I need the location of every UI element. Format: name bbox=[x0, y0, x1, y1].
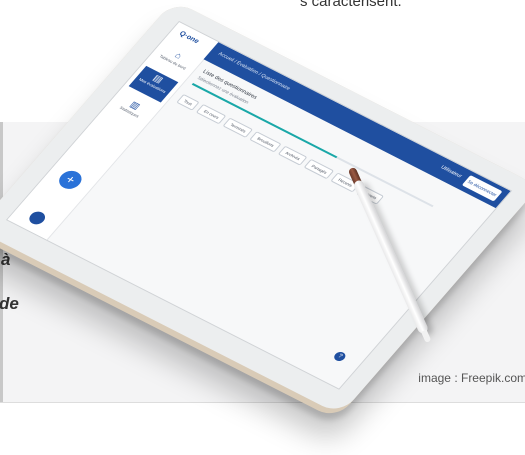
quote-line-2: de bbox=[0, 294, 19, 313]
filter-chip[interactable]: Terminés bbox=[222, 117, 254, 139]
nav-item-statistics[interactable]: ▥ Statistiques bbox=[106, 92, 156, 129]
plus-icon: + bbox=[62, 171, 80, 188]
avatar[interactable] bbox=[26, 209, 49, 227]
image-credit: image : Freepik.com bbox=[418, 371, 525, 385]
body-text-line: s caractérisent. bbox=[300, 0, 402, 10]
stylus-tip bbox=[421, 329, 432, 344]
filter-chip[interactable]: Tous bbox=[176, 93, 201, 111]
help-icon[interactable]: ? bbox=[331, 350, 348, 363]
filter-chip[interactable]: Brouillons bbox=[249, 131, 282, 153]
filter-chip[interactable]: Archivés bbox=[277, 145, 308, 166]
filter-chip[interactable]: Partagés bbox=[303, 159, 335, 180]
band-divider bbox=[0, 402, 525, 403]
app-logo: Q·one bbox=[177, 30, 201, 46]
add-button[interactable]: + bbox=[54, 167, 87, 193]
user-chip[interactable]: Utilisateur bbox=[439, 165, 463, 180]
logout-button[interactable]: Se déconnecter bbox=[461, 175, 503, 202]
filter-chip[interactable]: En cours bbox=[196, 104, 227, 125]
